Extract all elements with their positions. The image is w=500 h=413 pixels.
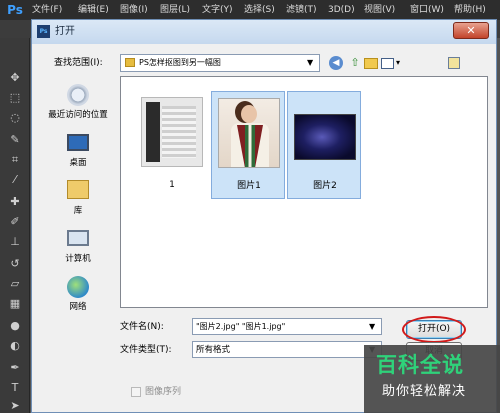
menu-view[interactable]: 视图(V)	[364, 3, 395, 17]
watermark-title: 百科全说	[376, 353, 464, 377]
watermark: 百科全说 助你轻松解决	[364, 345, 500, 413]
path-select-tool-icon[interactable]: ➤	[7, 398, 23, 413]
pen-tool-icon[interactable]: ✒	[7, 360, 23, 376]
chevron-down-icon[interactable]: ▼	[369, 321, 375, 333]
chevron-down-icon: ▼	[307, 58, 314, 67]
network-icon	[67, 276, 89, 298]
menu-image[interactable]: 图像(I)	[120, 3, 148, 17]
open-button-highlight-circle	[402, 316, 466, 343]
file-type-value: 所有格式	[196, 345, 231, 355]
place-label: 桌面	[69, 158, 87, 168]
dialog-title: 打开	[55, 26, 75, 37]
close-icon: ✕	[466, 24, 476, 37]
view-menu-icon[interactable]	[381, 58, 394, 69]
menu-bar: Ps 文件(F) 编辑(E) 图像(I) 图层(L) 文字(Y) 选择(S) 滤…	[0, 0, 500, 20]
recent-places-icon	[67, 84, 89, 106]
dialog-titlebar[interactable]: Ps 打开 ✕	[32, 20, 496, 44]
quick-select-tool-icon[interactable]: ✎	[7, 132, 23, 148]
file-type-label: 文件类型(T):	[120, 345, 172, 355]
watermark-subtitle: 助你轻松解决	[382, 384, 467, 399]
lasso-tool-icon[interactable]: ◌	[7, 110, 23, 126]
menu-select[interactable]: 选择(S)	[244, 3, 275, 17]
place-label: 计算机	[65, 254, 91, 264]
menu-file[interactable]: 文件(F)	[32, 3, 62, 17]
place-label: 库	[73, 206, 83, 216]
move-tool-icon[interactable]: ✥	[7, 70, 23, 86]
look-in-dropdown[interactable]: PS怎样抠图到另一幅图 ▼	[120, 54, 320, 72]
blur-tool-icon[interactable]: ●	[7, 318, 23, 334]
menu-type[interactable]: 文字(Y)	[202, 3, 233, 17]
dodge-tool-icon[interactable]: ◐	[7, 338, 23, 354]
file-item-1[interactable]: 1	[135, 91, 209, 199]
tools-panel: ✥ ⬚ ◌ ✎ ⌗ ⁄ ✚ ✐ ⊥ ↺ ▱ ▦ ● ◐ ✒ T ➤	[0, 38, 30, 413]
menu-layer[interactable]: 图层(L)	[160, 3, 190, 17]
file-name: 1	[169, 180, 175, 190]
file-item-3[interactable]: 图片2	[287, 91, 361, 199]
eyedropper-tool-icon[interactable]: ⁄	[7, 172, 23, 188]
menu-filter[interactable]: 滤镜(T)	[286, 3, 317, 17]
close-button[interactable]: ✕	[453, 22, 489, 39]
image-sequence-checkbox[interactable]	[131, 387, 141, 397]
eraser-tool-icon[interactable]: ▱	[7, 276, 23, 292]
computer-icon	[67, 230, 89, 246]
place-label: 网络	[69, 302, 87, 312]
folder-icon	[125, 58, 135, 67]
file-list[interactable]: 1 图片1 图片2	[120, 76, 488, 308]
file-thumbnail	[294, 114, 356, 160]
place-network[interactable]: 网络	[38, 276, 118, 324]
place-recent[interactable]: 最近访问的位置	[38, 84, 118, 132]
menu-help[interactable]: 帮助(H)	[454, 3, 486, 17]
marquee-tool-icon[interactable]: ⬚	[7, 90, 23, 106]
view-menu-chevron-icon[interactable]: ▾	[396, 57, 400, 69]
healing-tool-icon[interactable]: ✚	[7, 194, 23, 210]
file-thumbnail	[218, 98, 280, 168]
menu-edit[interactable]: 编辑(E)	[78, 3, 109, 17]
history-brush-tool-icon[interactable]: ↺	[7, 256, 23, 272]
brush-tool-icon[interactable]: ✐	[7, 214, 23, 230]
menu-3d[interactable]: 3D(D)	[328, 3, 355, 17]
new-folder-icon[interactable]	[364, 58, 378, 69]
place-computer[interactable]: 计算机	[38, 228, 118, 276]
favorites-folder-icon[interactable]	[448, 57, 460, 69]
file-thumbnail	[141, 97, 203, 167]
stamp-tool-icon[interactable]: ⊥	[7, 234, 23, 250]
look-in-value: PS怎样抠图到另一幅图	[139, 58, 221, 67]
menu-window[interactable]: 窗口(W)	[410, 3, 444, 17]
place-desktop[interactable]: 桌面	[38, 132, 118, 180]
file-name-value: "图片2.jpg" "图片1.jpg"	[196, 322, 286, 331]
type-tool-icon[interactable]: T	[7, 380, 23, 396]
library-icon	[67, 180, 89, 199]
back-icon[interactable]: ◀	[329, 56, 343, 70]
file-type-select[interactable]: 所有格式 ▼	[192, 341, 382, 358]
crop-tool-icon[interactable]: ⌗	[7, 152, 23, 168]
file-name-input[interactable]: "图片2.jpg" "图片1.jpg" ▼	[192, 318, 382, 335]
up-folder-icon[interactable]: ⇧	[348, 56, 362, 70]
file-name-label: 文件名(N):	[120, 322, 164, 332]
file-name: 图片1	[237, 181, 261, 191]
photoshop-logo: Ps	[7, 3, 23, 17]
desktop-icon	[67, 134, 89, 151]
photoshop-app-icon: Ps	[37, 25, 50, 38]
file-item-2[interactable]: 图片1	[211, 91, 285, 199]
gradient-tool-icon[interactable]: ▦	[7, 296, 23, 312]
look-in-label: 查找范围(I):	[54, 58, 103, 68]
places-bar: 最近访问的位置 桌面 库 计算机 网络	[38, 84, 118, 334]
file-name: 图片2	[313, 181, 337, 191]
place-label: 最近访问的位置	[48, 110, 108, 120]
place-libraries[interactable]: 库	[38, 180, 118, 228]
image-sequence-label: 图像序列	[145, 387, 182, 397]
